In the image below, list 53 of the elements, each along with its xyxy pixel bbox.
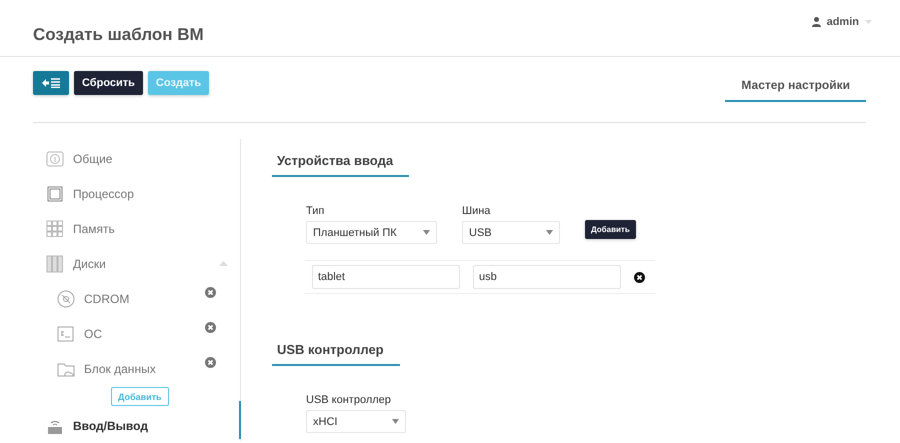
- item-label: Блок данных: [84, 362, 156, 376]
- field-label: USB контроллер: [306, 394, 392, 406]
- select-value: xHCI: [313, 416, 338, 428]
- field-label: Тип: [306, 205, 326, 217]
- remove-device-icon[interactable]: [634, 272, 645, 282]
- input-field[interactable]: usb: [473, 265, 621, 289]
- reset-button[interactable]: Сбросить: [74, 71, 143, 95]
- section-title: Устройства ввода: [272, 147, 410, 177]
- select-value: USB: [469, 226, 492, 238]
- dropdown-arrow-icon: [423, 230, 430, 235]
- item-label: CDROM: [84, 292, 130, 306]
- sidebar-item[interactable]: Память: [33, 211, 240, 246]
- item-label: Память: [73, 222, 115, 236]
- caret-icon: [865, 20, 872, 24]
- sidebar-item[interactable]: Диски: [33, 246, 240, 281]
- section-title: USB контроллер: [272, 336, 400, 366]
- username: admin: [826, 16, 859, 28]
- info-icon: [46, 150, 64, 168]
- sidebar-item[interactable]: Общие: [33, 141, 240, 176]
- selection-indicator: [239, 401, 241, 439]
- disc-icon: [57, 290, 75, 308]
- chip-icon: [46, 184, 64, 202]
- back-to-list-button[interactable]: [33, 71, 69, 95]
- arrow-list-icon: [41, 78, 61, 88]
- user-icon: [812, 17, 821, 27]
- select-field[interactable]: Планшетный ПК: [306, 221, 437, 244]
- select-field[interactable]: USB: [462, 221, 560, 244]
- dropdown-arrow-icon: [546, 230, 553, 235]
- sidebar-subitem[interactable]: OC: [33, 316, 240, 351]
- add-device-button[interactable]: Добавить: [585, 220, 636, 239]
- user-menu[interactable]: admin: [812, 16, 872, 28]
- select-value: Планшетный ПК: [313, 226, 397, 238]
- tab[interactable]: Мастер настройки: [725, 71, 866, 102]
- memory-grid-icon: [46, 220, 64, 238]
- dropdown-arrow-icon: [392, 419, 399, 424]
- input-field[interactable]: tablet: [312, 265, 460, 289]
- select-field[interactable]: xHCI: [306, 410, 406, 433]
- sidebar-subitem[interactable]: CDROM: [33, 281, 240, 316]
- remove-icon[interactable]: [205, 322, 216, 333]
- terminal-icon: [57, 324, 75, 342]
- item-label: Процессор: [73, 186, 134, 200]
- remove-icon[interactable]: [205, 357, 216, 368]
- disk-grid-icon: [46, 254, 64, 272]
- item-label: Общие: [73, 152, 112, 166]
- sidebar-item[interactable]: Ввод/Вывод: [33, 408, 240, 443]
- sidebar-subitem[interactable]: Блок данных: [33, 351, 240, 386]
- remove-icon[interactable]: [205, 287, 216, 298]
- item-label: OC: [84, 326, 102, 340]
- field-label: Шина: [462, 205, 492, 217]
- item-label: Диски: [73, 256, 106, 270]
- item-label: Ввод/Вывод: [73, 418, 148, 432]
- sidebar-item[interactable]: Процессор: [33, 176, 240, 211]
- page-title: Создать шаблон ВМ: [33, 25, 204, 45]
